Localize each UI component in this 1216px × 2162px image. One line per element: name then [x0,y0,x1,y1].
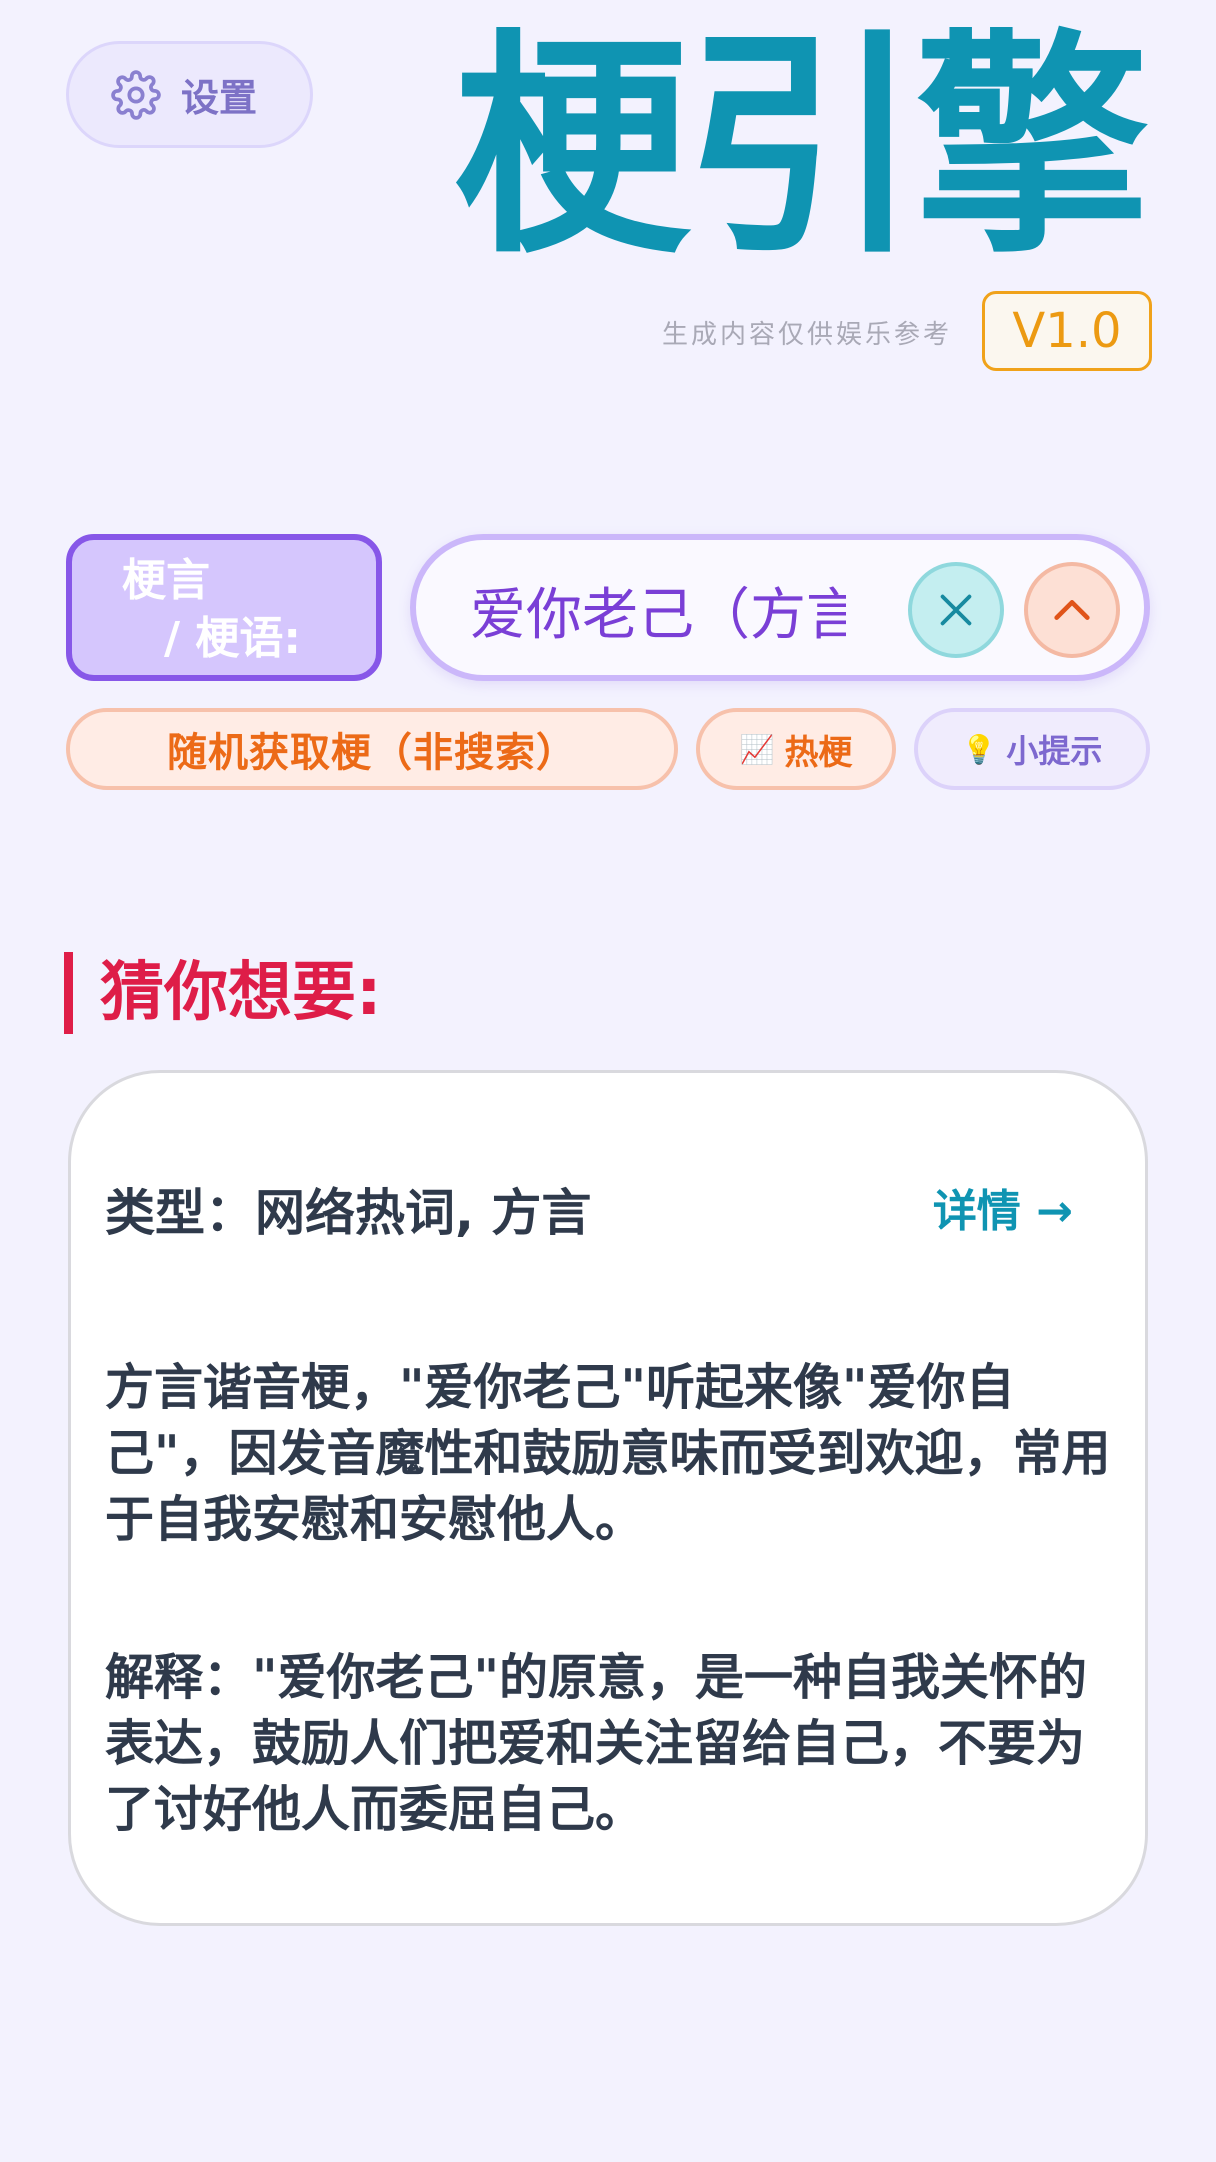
search-label: 梗言 / 梗语: [66,534,382,681]
disclaimer-text: 生成内容仅供娱乐参考 [661,320,952,350]
lightbulb-icon: 💡 [961,732,997,766]
version-badge: V1.0 [982,291,1152,371]
meme-type: 类型：网络热词, 方言 [105,1184,592,1242]
search-box [410,534,1150,681]
meme-explanation: 解释："爱你老己"的原意，是一种自我关怀的表达，鼓励人们把爱和关注留给自己，不要… [105,1649,1088,1838]
search-input[interactable] [468,570,848,650]
settings-button[interactable]: 设置 [66,41,313,148]
section-title: 猜你想要: [100,956,382,1030]
settings-label: 设置 [181,76,258,120]
app-title: 梗引擎 [453,10,1150,285]
gear-icon [111,69,161,120]
search-label-line2: / 梗语: [164,613,301,664]
tips-button[interactable]: 💡 小提示 [914,708,1150,790]
close-icon [940,594,972,626]
hot-memes-button[interactable]: 📈 热梗 [696,708,896,790]
result-card: 类型：网络热词, 方言 详情 → 方言谐音梗，"爱你老己"听起来像"爱你自己"，… [68,1070,1148,1926]
tips-label: 小提示 [1006,732,1103,770]
detail-link[interactable]: 详情 → [933,1175,1073,1239]
random-meme-button[interactable]: 随机获取梗（非搜索） [66,708,678,790]
meme-description: 方言谐音梗，"爱你老己"听起来像"爱你自己"，因发音魔性和鼓励意味而受到欢迎，常… [105,1359,1111,1548]
section-accent-bar [64,952,73,1034]
collapse-button[interactable] [1024,562,1120,658]
chart-icon: 📈 [739,732,775,766]
clear-button[interactable] [908,562,1004,658]
chevron-up-icon [1054,600,1090,620]
hot-memes-label: 热梗 [784,732,853,773]
search-label-line1: 梗言 [122,555,210,606]
